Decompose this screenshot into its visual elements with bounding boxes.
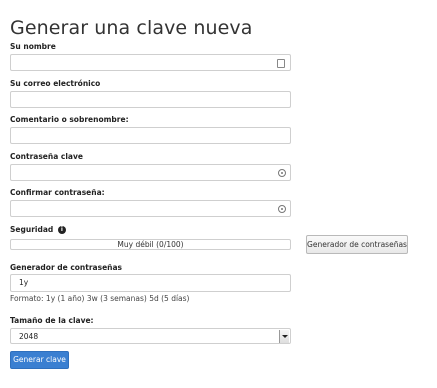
page-title: Generar una clave nueva — [10, 17, 253, 39]
expiry-value: 1y — [19, 278, 29, 287]
comment-input[interactable] — [10, 127, 291, 144]
contact-card-icon[interactable] — [277, 59, 285, 68]
chevron-down-icon[interactable] — [279, 330, 289, 343]
generate-key-button[interactable]: Generar clave — [10, 351, 69, 369]
expiry-format-hint: Formato: 1y (1 año) 3w (3 semanas) 5d (5… — [10, 294, 190, 303]
info-icon[interactable]: i — [57, 226, 66, 234]
password-label: Contraseña clave — [10, 152, 83, 161]
confirm-password-label: Confirmar contraseña: — [10, 188, 105, 197]
name-input[interactable] — [10, 54, 291, 71]
security-label: Seguridad i — [10, 225, 66, 234]
key-size-select[interactable]: 2048 — [10, 328, 291, 344]
key-size-selected: 2048 — [19, 332, 39, 341]
password-generator-button[interactable]: Generador de contraseñas — [306, 235, 408, 254]
email-label: Su correo electrónico — [10, 79, 101, 88]
password-input[interactable] — [10, 164, 291, 181]
expiry-input[interactable]: 1y — [10, 274, 291, 292]
confirm-password-input[interactable] — [10, 200, 291, 217]
expiry-label: Generador de contraseñas — [10, 263, 123, 272]
password-strength-meter: Muy débil (0/100) — [10, 239, 291, 250]
key-size-label: Tamaño de la clave: — [10, 316, 94, 325]
eye-icon[interactable] — [278, 169, 286, 177]
eye-icon[interactable] — [278, 205, 286, 213]
name-label: Su nombre — [10, 42, 56, 51]
comment-label: Comentario o sobrenombre: — [10, 115, 129, 124]
email-input[interactable] — [10, 91, 291, 108]
security-label-text: Seguridad — [10, 225, 54, 234]
